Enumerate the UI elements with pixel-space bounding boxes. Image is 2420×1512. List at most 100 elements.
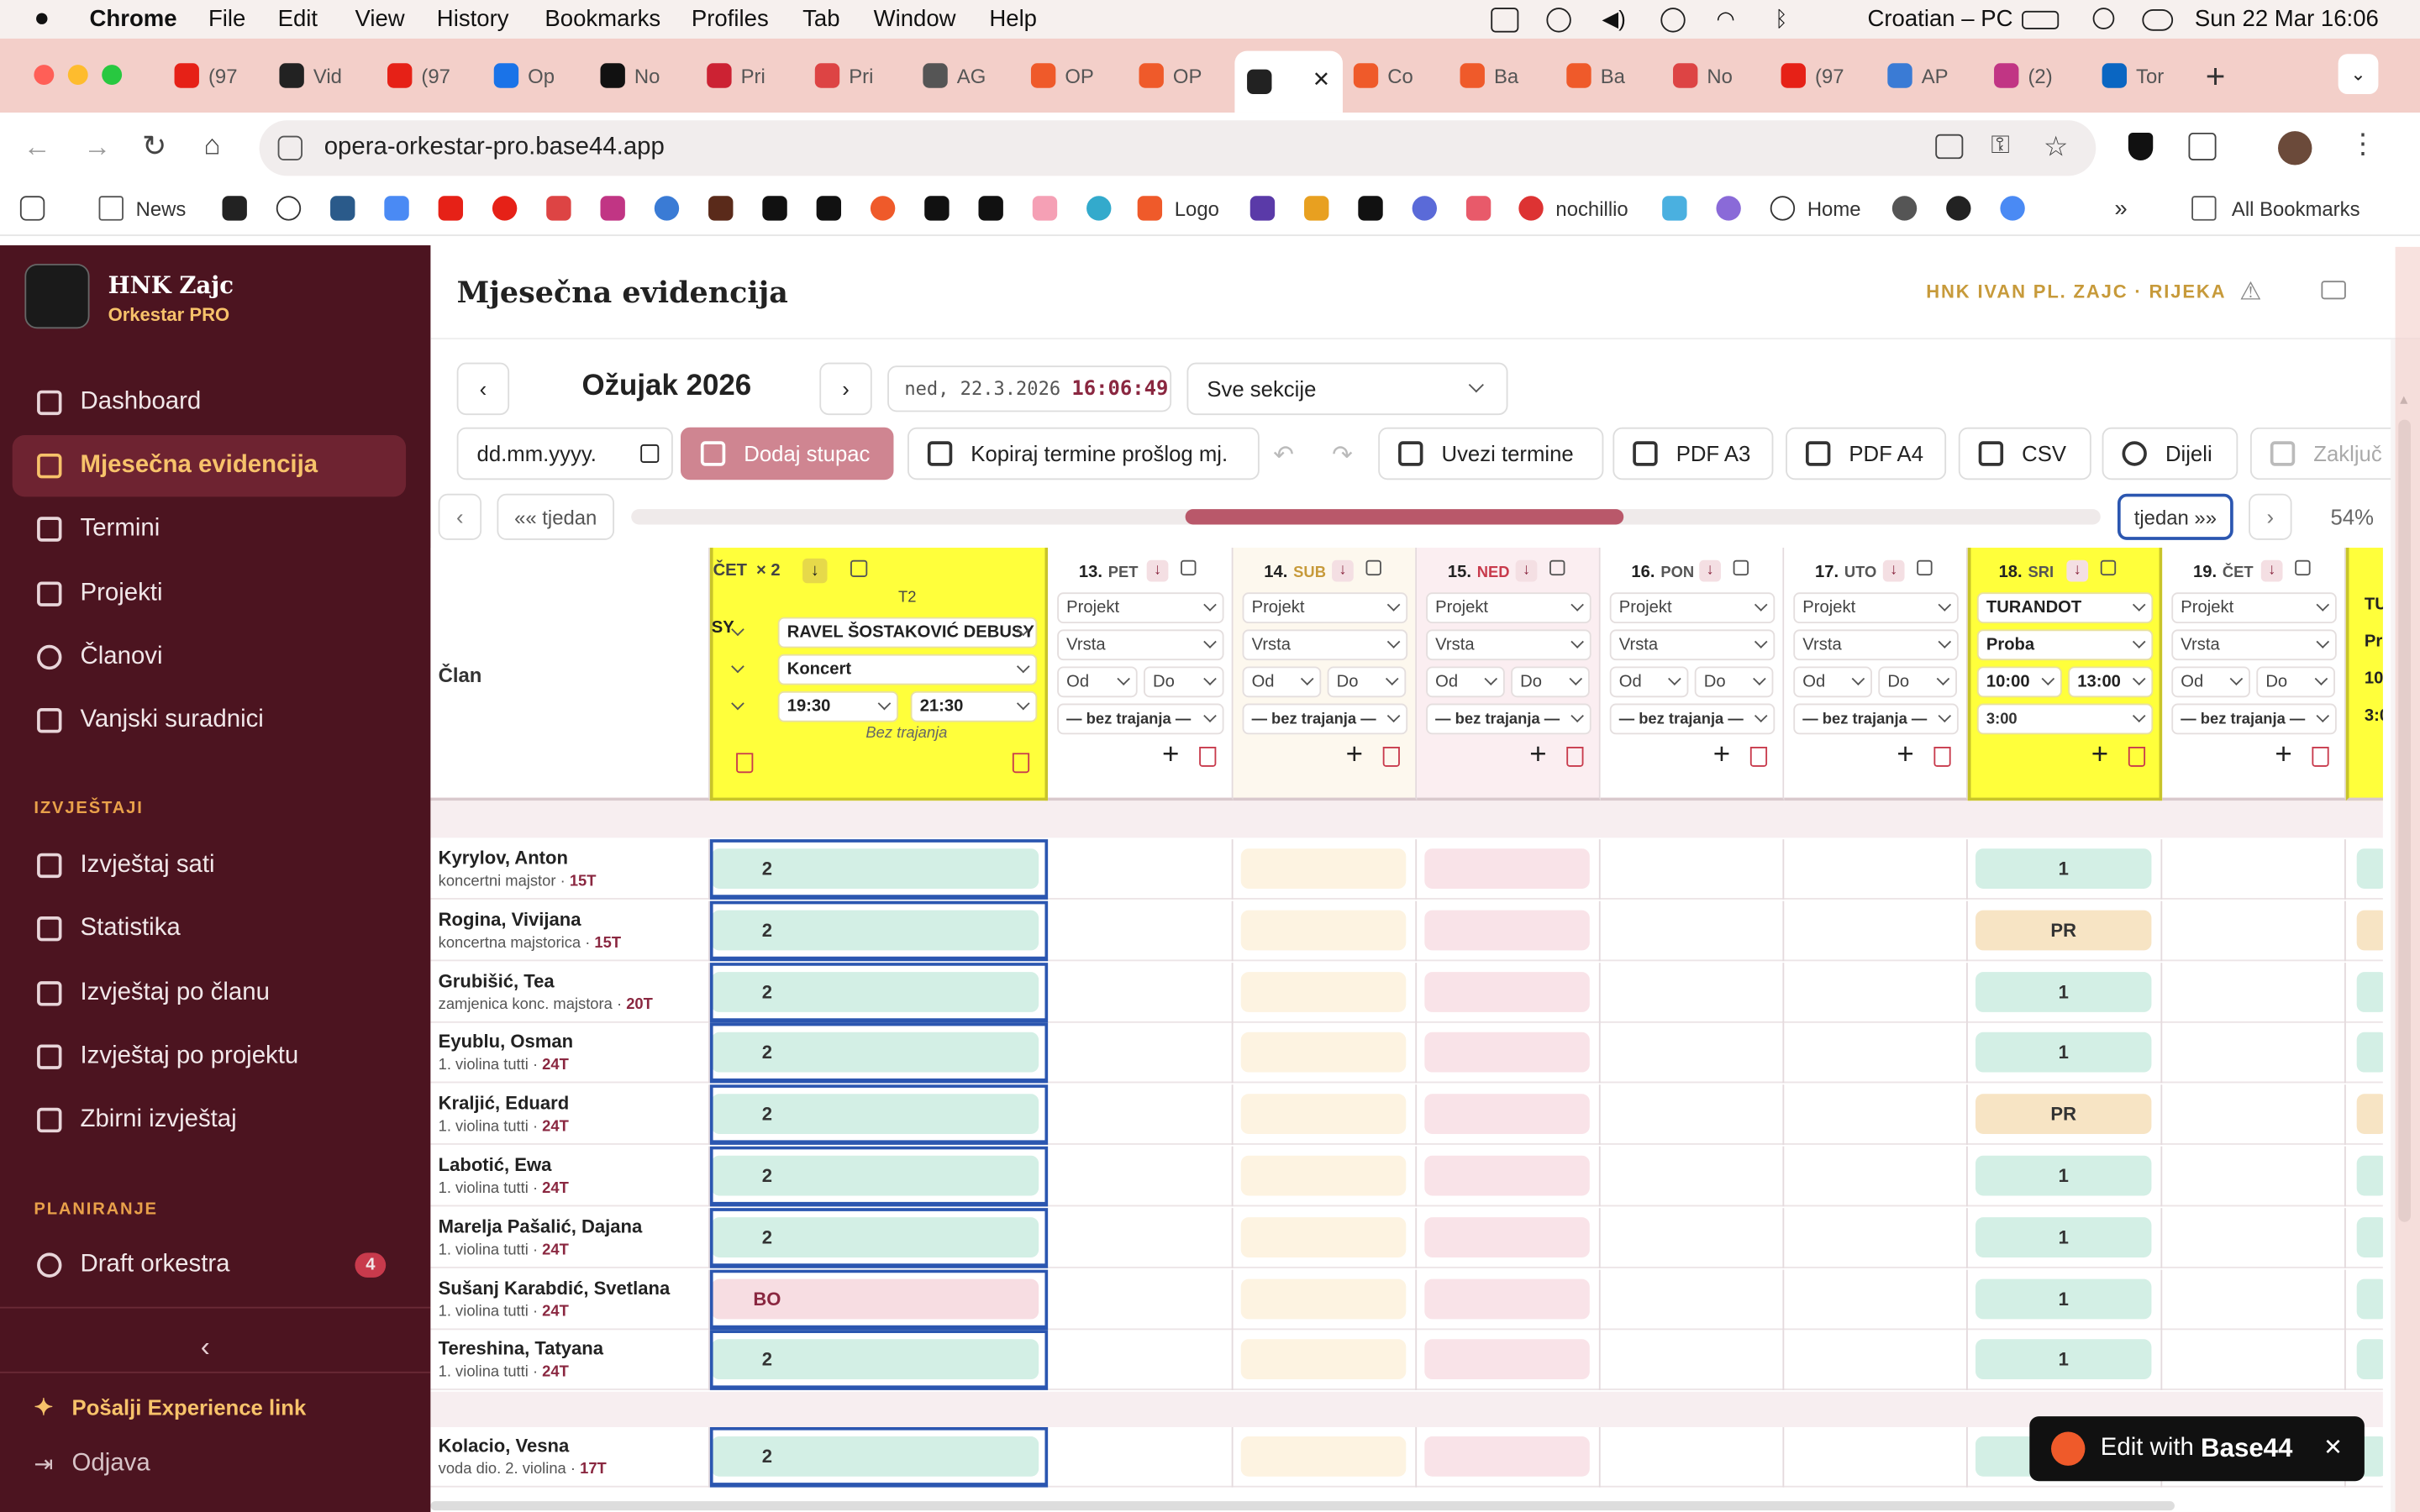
browser-tab-13[interactable]: Ba	[1555, 54, 1654, 97]
attendance-cell[interactable]: 1	[1975, 1155, 2152, 1196]
browser-tab-17[interactable]: (2)	[1981, 54, 2081, 97]
attendance-cell[interactable]	[1240, 1216, 1407, 1257]
bookmark-icon-9[interactable]	[1358, 196, 1383, 221]
from-time-select[interactable]: Od	[1242, 666, 1322, 698]
bookmark-icon-1[interactable]	[222, 196, 247, 221]
attendance-cell[interactable]	[1240, 1436, 1407, 1477]
bookmark-icon-15[interactable]	[2000, 196, 2025, 221]
bookmark-icon-13[interactable]	[1716, 196, 1741, 221]
logout-button[interactable]: ⇥ Odjava	[34, 1451, 150, 1478]
attendance-cell[interactable]: 1	[1975, 1032, 2152, 1074]
volume-icon[interactable]: ◀)	[1602, 6, 1626, 32]
all-bookmarks[interactable]: All Bookmarks	[2191, 196, 2360, 221]
send-experience-link[interactable]: ✦ Pošalji Experience link	[34, 1394, 306, 1420]
bookmark-star-icon[interactable]: ☆	[2044, 131, 2069, 164]
url-text[interactable]: opera-orkestar-pro.base44.app	[324, 134, 665, 162]
attendance-cell[interactable]	[2356, 1032, 2383, 1074]
duration-select[interactable]: — bez trajanja —	[1242, 703, 1408, 735]
browser-tab-8[interactable]: OP	[1018, 54, 1118, 97]
type-select[interactable]: Vrsta	[1242, 629, 1408, 661]
battery-icon[interactable]	[2022, 10, 2060, 29]
copy-icon[interactable]	[1549, 559, 1565, 576]
sort-down-icon[interactable]: ↓	[1515, 559, 1538, 582]
add-icon[interactable]: +	[1529, 739, 1546, 773]
twitter-icon[interactable]	[978, 196, 1003, 221]
type-select[interactable]: Proba	[1976, 629, 2154, 661]
attendance-cell[interactable]	[2356, 910, 2383, 951]
x-icon-2[interactable]	[924, 196, 950, 221]
horizontal-scrollbar[interactable]	[631, 509, 2101, 525]
add-icon[interactable]: +	[1162, 739, 1179, 773]
trash-icon[interactable]	[2312, 746, 2329, 767]
sort-down-icon[interactable]: ↓	[2066, 559, 2089, 582]
from-time-select[interactable]: 10:00	[1976, 666, 2062, 698]
type-select[interactable]: Vrsta	[1609, 629, 1776, 661]
maximize-window-icon[interactable]	[102, 65, 123, 86]
section-select[interactable]: Sve sekcije	[1186, 362, 1508, 416]
profile-avatar[interactable]	[2278, 131, 2312, 165]
type-select[interactable]: Vrsta	[1793, 629, 1959, 661]
duration-select[interactable]: — bez trajanja —	[2171, 703, 2337, 735]
attendance-cell[interactable]	[1424, 1436, 1590, 1477]
apps-grid-icon[interactable]	[19, 196, 45, 221]
grid-bottom-scrollbar[interactable]	[430, 1501, 2175, 1511]
youtube-icon[interactable]	[438, 196, 464, 221]
duration-select[interactable]: 3:00	[1976, 703, 2154, 735]
sidebar-item-dashboard[interactable]: Dashboard	[13, 372, 406, 433]
gmail-icon[interactable]	[546, 196, 571, 221]
from-time-select[interactable]: 19:30	[777, 690, 898, 722]
attendance-cell[interactable]	[1240, 848, 1407, 889]
sidebar-item-project-report[interactable]: Izvještaj po projektu	[13, 1026, 406, 1087]
from-time-select[interactable]: Od	[2171, 666, 2250, 698]
csv-button[interactable]: CSV	[1958, 427, 2091, 480]
menu-1[interactable]: Edit	[278, 6, 318, 32]
trash-icon[interactable]	[1382, 746, 1400, 767]
sidebar-item-hours-report[interactable]: Izvještaj sati	[13, 835, 406, 896]
attendance-cell[interactable]	[1424, 1155, 1590, 1196]
trash-icon[interactable]	[1749, 746, 1768, 767]
bookmark-icon-8[interactable]	[1304, 196, 1329, 221]
duration-select[interactable]: — bez trajanja —	[1426, 703, 1591, 735]
trash-icon[interactable]	[1933, 746, 1951, 767]
home-icon[interactable]: ⌂	[203, 129, 220, 162]
bookmark-news[interactable]: News	[98, 196, 186, 221]
attendance-cell[interactable]: 1	[1975, 971, 2152, 1012]
bookmark-icon-11[interactable]	[1465, 196, 1491, 221]
browser-tab-6[interactable]: Pri	[802, 54, 902, 97]
to-time-select[interactable]: 13:00	[2068, 666, 2154, 698]
bookmark-icon-6[interactable]	[1086, 196, 1112, 221]
browser-tab-16[interactable]: AP	[1876, 54, 1975, 97]
sort-down-icon[interactable]: ↓	[1882, 559, 1905, 582]
to-time-select[interactable]: Do	[1878, 666, 1957, 698]
warning-icon[interactable]: ⚠	[2239, 276, 2261, 307]
add-icon[interactable]: +	[1346, 739, 1363, 773]
duration-select[interactable]: — bez trajanja —	[1793, 703, 1959, 735]
browser-tab-2[interactable]: (97	[375, 54, 474, 97]
type-select[interactable]: Vrsta	[2171, 629, 2337, 661]
menubar-clock[interactable]: Sun 22 Mar 16:06	[2195, 6, 2379, 32]
app-menu[interactable]: Chrome	[90, 6, 177, 32]
sidebar-item-monthly-records[interactable]: Mjesečna evidencija	[12, 434, 407, 497]
attendance-cell[interactable]: 1	[1975, 1216, 2152, 1257]
edit-with-base44-badge[interactable]: Edit with Base44 ✕	[2029, 1416, 2365, 1482]
prev-month-button[interactable]: ‹	[456, 362, 510, 416]
add-icon[interactable]: +	[1897, 739, 1913, 773]
music-note-icon[interactable]	[1032, 196, 1058, 221]
attendance-cell[interactable]	[1424, 910, 1590, 951]
attendance-cell[interactable]	[1240, 1278, 1407, 1319]
messenger-icon[interactable]	[654, 196, 680, 221]
attendance-cell[interactable]	[2356, 1278, 2383, 1319]
attendance-cell[interactable]	[1240, 1340, 1407, 1380]
share-button[interactable]: Dijeli	[2102, 427, 2238, 480]
from-time-select[interactable]: Od	[1793, 666, 1872, 698]
from-time-select[interactable]: Od	[1426, 666, 1505, 698]
copy-icon[interactable]	[2295, 559, 2311, 576]
sort-down-icon[interactable]: ↓	[1146, 559, 1169, 582]
reload-icon[interactable]: ↻	[142, 129, 166, 165]
browser-tab-3[interactable]: Op	[481, 54, 581, 97]
sort-down-icon[interactable]: ↓	[1699, 559, 1721, 582]
bookmark-icon-5[interactable]	[870, 196, 896, 221]
attendance-cell[interactable]: PR	[1975, 910, 2152, 951]
copy-icon[interactable]	[1733, 559, 1749, 576]
attendance-cell[interactable]	[2356, 971, 2383, 1012]
